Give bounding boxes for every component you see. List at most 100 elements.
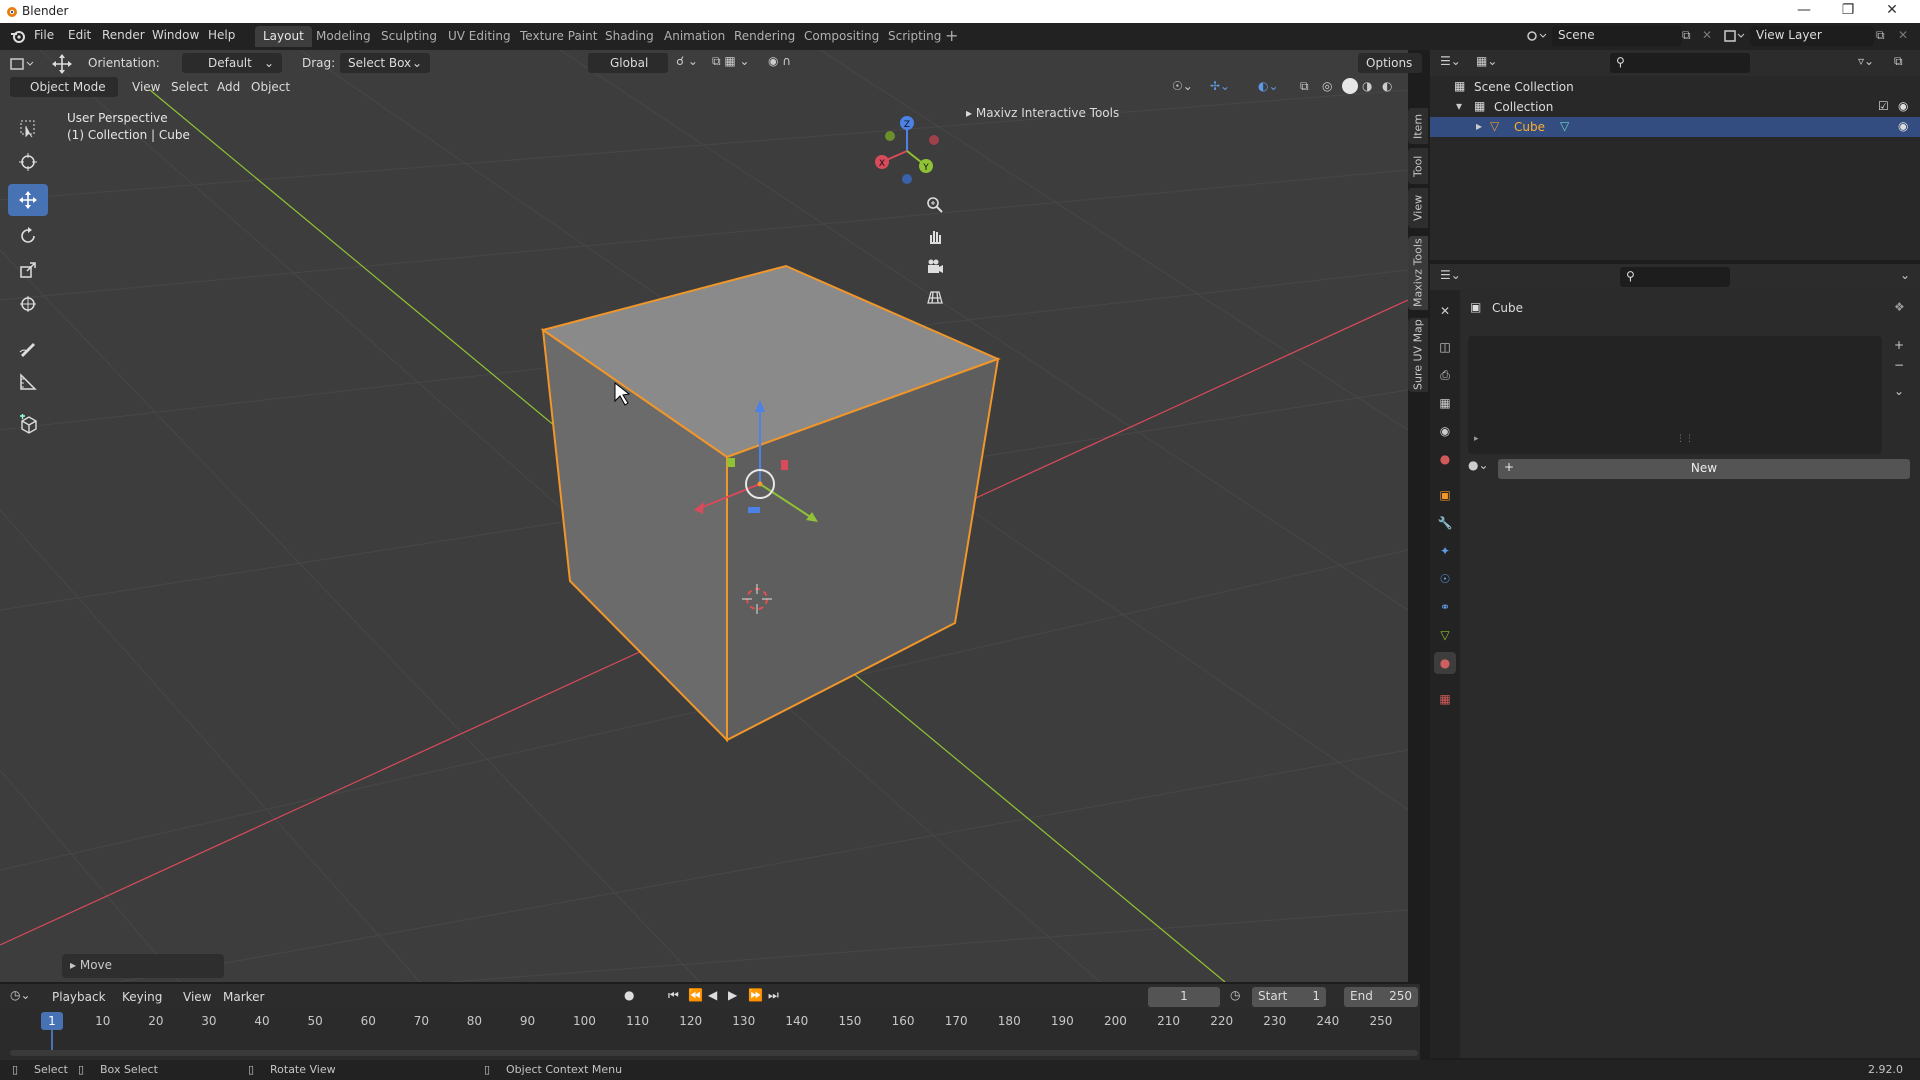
current-frame-field[interactable]: 1 bbox=[1148, 987, 1220, 1007]
resize-grip-icon[interactable]: ⋮⋮ bbox=[1676, 434, 1694, 444]
scene-properties-tab-icon[interactable]: ◉ bbox=[1434, 420, 1456, 442]
restore-window-button[interactable]: ❐ bbox=[1828, 2, 1868, 20]
mode-dropdown[interactable]: Object Mode bbox=[10, 77, 118, 97]
timeline-menu-marker[interactable]: Marker bbox=[223, 990, 264, 1004]
menu-render[interactable]: Render bbox=[102, 28, 145, 42]
material-slots-list[interactable]: ▸ ⋮⋮ bbox=[1468, 336, 1882, 454]
camera-view-icon[interactable] bbox=[921, 253, 949, 281]
menu-help[interactable]: Help bbox=[208, 28, 235, 42]
expand-arrow-icon[interactable]: ▸ bbox=[1476, 119, 1482, 133]
menu-window[interactable]: Window bbox=[152, 28, 199, 42]
jump-end-icon[interactable]: ⏭ bbox=[768, 988, 779, 1003]
render-properties-tab-icon[interactable]: ◫ bbox=[1434, 336, 1456, 358]
jump-next-keyframe-icon[interactable]: ⏩ bbox=[748, 988, 763, 1002]
sidebar-tab-view[interactable]: View bbox=[1408, 188, 1428, 228]
chevron-down-icon[interactable]: ⌄ bbox=[1900, 268, 1910, 282]
outliner-row-cube[interactable]: ▸ ▽ Cube ▽ ◉ bbox=[1430, 117, 1920, 137]
jump-prev-keyframe-icon[interactable]: ⏪ bbox=[688, 988, 703, 1002]
pin-icon[interactable]: ❖ bbox=[1894, 300, 1905, 314]
overlay-toggle-icon[interactable]: ◐⌄ bbox=[1258, 79, 1279, 93]
tab-texture-paint[interactable]: Texture Paint bbox=[512, 26, 605, 47]
orthographic-toggle-icon[interactable] bbox=[921, 283, 949, 311]
constraints-tab-icon[interactable]: ⚭ bbox=[1434, 596, 1456, 618]
playhead-frame-indicator[interactable]: 1 bbox=[41, 1012, 63, 1030]
cursor-tool[interactable] bbox=[8, 146, 48, 178]
pivot-point-icon[interactable]: ☌ ⌄ bbox=[676, 54, 706, 72]
options-dropdown[interactable]: Options bbox=[1358, 53, 1422, 73]
world-properties-tab-icon[interactable]: ● bbox=[1434, 448, 1456, 470]
record-keyframe-icon[interactable]: ● bbox=[624, 988, 634, 1002]
display-mode-icon[interactable]: ▦⌄ bbox=[1476, 54, 1497, 68]
scene-browse-icon[interactable] bbox=[1524, 26, 1548, 46]
timeline-editor-type-icon[interactable]: ◷⌄ bbox=[10, 988, 31, 1002]
particles-tab-icon[interactable]: ✦ bbox=[1434, 540, 1456, 562]
object-data-tab-icon[interactable]: ▽ bbox=[1434, 624, 1456, 646]
properties-editor-type-icon[interactable]: ☰⌄ bbox=[1440, 268, 1461, 282]
transform-orientation-dropdown[interactable]: Global bbox=[588, 53, 668, 73]
move-tool-button[interactable] bbox=[8, 184, 48, 216]
blender-menu-icon[interactable] bbox=[10, 29, 26, 43]
new-collection-icon[interactable]: ⧉ bbox=[1894, 54, 1903, 69]
new-scene-icon[interactable]: ⧉ bbox=[1682, 28, 1691, 43]
object-properties-tab-icon[interactable]: ▣ bbox=[1434, 484, 1456, 506]
start-frame-field[interactable]: Start 1 bbox=[1252, 987, 1326, 1007]
viewport-menu-add[interactable]: Add bbox=[217, 80, 240, 94]
output-properties-tab-icon[interactable]: ⎙ bbox=[1434, 364, 1456, 386]
last-operator-panel[interactable]: ▸ Move bbox=[62, 954, 224, 978]
sidebar-tab-sure-uv-map[interactable]: Sure UV Map bbox=[1408, 318, 1428, 392]
remove-material-slot-icon[interactable]: − bbox=[1894, 358, 1904, 372]
play-reverse-icon[interactable]: ◀ bbox=[708, 988, 717, 1002]
wireframe-shading-icon[interactable]: ◎ bbox=[1322, 79, 1332, 93]
tab-scripting[interactable]: Scripting bbox=[880, 26, 949, 47]
visibility-icon[interactable]: ☉⌄ bbox=[1172, 79, 1193, 93]
tab-compositing[interactable]: Compositing bbox=[796, 26, 887, 47]
material-properties-tab-icon[interactable]: ● bbox=[1434, 652, 1456, 674]
end-frame-field[interactable]: End 250 bbox=[1344, 987, 1418, 1007]
sidebar-tab-tool[interactable]: Tool bbox=[1408, 148, 1428, 184]
menu-file[interactable]: File bbox=[34, 28, 54, 42]
outliner-editor-type-icon[interactable]: ☰⌄ bbox=[1440, 54, 1461, 68]
add-workspace-icon[interactable]: + bbox=[945, 26, 958, 45]
sidebar-tab-item[interactable]: Item bbox=[1408, 108, 1428, 144]
gizmo-toggle-icon[interactable]: ✢⌄ bbox=[1210, 79, 1230, 93]
timeline-menu-keying[interactable]: Keying bbox=[122, 990, 162, 1004]
outliner-row-scene-collection[interactable]: ▦ Scene Collection bbox=[1430, 77, 1920, 97]
snap-icon[interactable]: ⧉ ▦ ⌄ bbox=[712, 54, 762, 72]
modifier-properties-tab-icon[interactable]: 🔧 bbox=[1434, 512, 1456, 534]
material-specials-icon[interactable]: ⌄ bbox=[1894, 384, 1904, 398]
play-icon[interactable]: ▶ bbox=[728, 988, 737, 1002]
viewport-menu-select[interactable]: Select bbox=[171, 80, 208, 94]
timeline-menu-playback[interactable]: Playback bbox=[52, 990, 106, 1004]
tab-layout[interactable]: Layout bbox=[255, 26, 312, 47]
xray-toggle-icon[interactable]: ⧉ bbox=[1300, 79, 1309, 94]
navigation-gizmo[interactable]: Z X Y bbox=[875, 116, 939, 184]
viewport-menu-object[interactable]: Object bbox=[251, 80, 290, 94]
properties-search-input[interactable]: ⚲ bbox=[1620, 267, 1730, 287]
timeline-scrollbar[interactable] bbox=[10, 1050, 1418, 1056]
jump-start-icon[interactable]: ⏮ bbox=[668, 988, 679, 1003]
add-cube-tool[interactable] bbox=[8, 408, 48, 440]
tab-rendering[interactable]: Rendering bbox=[726, 26, 803, 47]
3d-viewport[interactable]: Z X Y bbox=[0, 50, 1408, 982]
orientation-dropdown[interactable]: Default ⌄ bbox=[182, 53, 282, 73]
mesh-data-icon[interactable]: ▽ bbox=[1560, 119, 1569, 133]
minimize-window-button[interactable]: — bbox=[1784, 2, 1824, 20]
scene-name-field[interactable]: Scene bbox=[1552, 26, 1682, 46]
eye-visibility-icon[interactable]: ◉ bbox=[1898, 99, 1908, 113]
eye-visibility-icon[interactable]: ◉ bbox=[1898, 119, 1908, 133]
sidebar-tab-maxivz-tools[interactable]: Maxivz Tools bbox=[1408, 236, 1428, 310]
pan-view-icon[interactable] bbox=[921, 222, 949, 250]
material-preview-icon[interactable]: ◑ bbox=[1362, 79, 1372, 93]
addon-panel-header[interactable]: ▸ Maxivz Interactive Tools bbox=[966, 106, 1119, 120]
scale-tool[interactable] bbox=[8, 254, 48, 286]
add-material-slot-icon[interactable]: + bbox=[1894, 338, 1904, 352]
exclude-checkbox-icon[interactable]: ☑ bbox=[1878, 99, 1889, 113]
select-box-tool[interactable] bbox=[8, 112, 48, 144]
tab-sculpting[interactable]: Sculpting bbox=[373, 26, 445, 47]
outliner-search-input[interactable]: ⚲ bbox=[1610, 53, 1750, 73]
rotate-tool[interactable] bbox=[8, 220, 48, 252]
outliner-row-collection[interactable]: ▾ ▦ Collection ☑ ◉ bbox=[1430, 97, 1920, 117]
tab-modeling[interactable]: Modeling bbox=[308, 26, 379, 47]
texture-properties-tab-icon[interactable]: ▦ bbox=[1434, 688, 1456, 710]
new-material-button[interactable]: + New bbox=[1498, 459, 1910, 479]
